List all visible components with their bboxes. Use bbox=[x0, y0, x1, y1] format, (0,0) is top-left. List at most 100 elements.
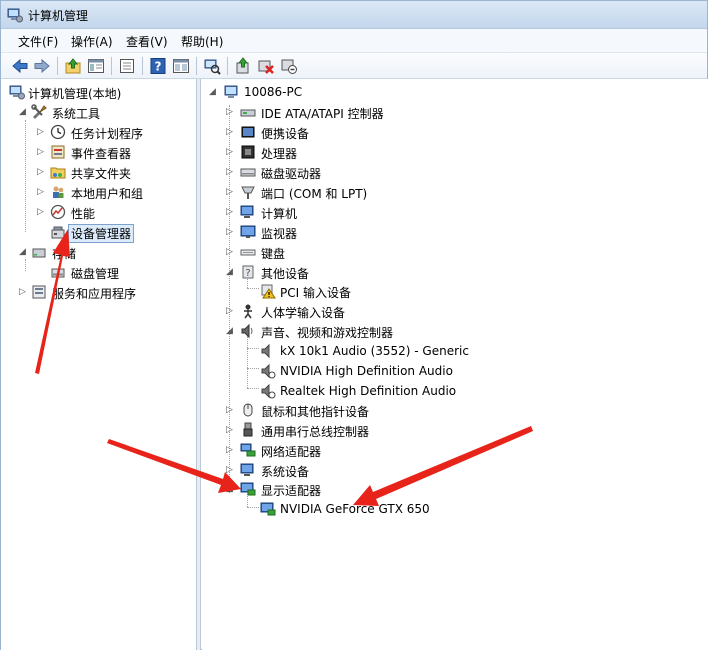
tree-node-pci-input[interactable]: PCI 输入设备 bbox=[260, 282, 560, 301]
help-icon[interactable]: ? bbox=[148, 56, 168, 76]
tree-node-nvidia-hd-audio[interactable]: NVIDIA High Definition Audio bbox=[260, 362, 580, 381]
menu-help[interactable]: 帮助(H) bbox=[181, 33, 223, 50]
tree-node-storage[interactable]: ◢ 存储 bbox=[15, 243, 195, 262]
port-icon bbox=[240, 184, 256, 200]
tree-node-system-tools[interactable]: ◢ 系统工具 bbox=[15, 103, 195, 122]
tree-node-event-viewer[interactable]: ▷ 事件查看器 bbox=[35, 143, 195, 162]
tree-node-mice[interactable]: ▷ 鼠标和其他指针设备 bbox=[224, 401, 524, 420]
tree-node-portable[interactable]: ▷ 便携设备 bbox=[224, 123, 524, 142]
expand-icon[interactable]: ▷ bbox=[225, 466, 234, 475]
display-adapter-icon bbox=[260, 501, 276, 517]
device-tree[interactable]: ◢ 10086-PC ▷ IDE ATA/ATAPI 控制器 ▷ 便携设备 ▷ bbox=[202, 79, 708, 650]
expand-icon[interactable]: ▷ bbox=[225, 307, 234, 316]
menu-view[interactable]: 查看(V) bbox=[126, 33, 168, 50]
tree-node-ide[interactable]: ▷ IDE ATA/ATAPI 控制器 bbox=[224, 103, 524, 122]
collapse-icon[interactable]: ◢ bbox=[18, 248, 27, 257]
tree-node-disk-drives[interactable]: ▷ 磁盘驱动器 bbox=[224, 163, 524, 182]
tree-node-device-manager[interactable]: 设备管理器 bbox=[35, 223, 195, 243]
expand-icon[interactable]: ▷ bbox=[18, 288, 27, 297]
expand-icon[interactable]: ▷ bbox=[36, 128, 45, 137]
tree-node-computer[interactable]: ◢ 10086-PC bbox=[206, 83, 506, 102]
title-bar[interactable]: 计算机管理 bbox=[1, 1, 707, 29]
tree-node-display-adapters[interactable]: ◢ 显示适配器 bbox=[224, 480, 524, 499]
export-icon[interactable] bbox=[117, 56, 137, 76]
tree-connector bbox=[25, 120, 26, 232]
collapse-icon[interactable]: ◢ bbox=[18, 108, 27, 117]
tree-label: 通用串行总线控制器 bbox=[261, 425, 370, 439]
tree-node-realtek-audio[interactable]: Realtek High Definition Audio bbox=[260, 382, 580, 401]
tree-node-monitors[interactable]: ▷ 监视器 bbox=[224, 223, 524, 242]
tree-node-services-apps[interactable]: ▷ 服务和应用程序 bbox=[15, 283, 195, 302]
tree-node-other-devices[interactable]: ◢ ? 其他设备 bbox=[224, 263, 524, 282]
tree-node-computer-category[interactable]: ▷ 计算机 bbox=[224, 203, 524, 222]
svg-text:?: ? bbox=[155, 60, 162, 74]
navigation-tree[interactable]: 计算机管理(本地) ◢ 系统工具 ▷ 任务计划程序 ▷ 事件查看器 ▷ 共享文件… bbox=[1, 79, 197, 650]
window-title: 计算机管理 bbox=[28, 9, 89, 23]
toolbar-separator bbox=[111, 57, 112, 75]
collapse-icon[interactable]: ◢ bbox=[208, 88, 217, 97]
tree-label: 显示适配器 bbox=[261, 484, 322, 498]
tree-node-performance[interactable]: ▷ 性能 bbox=[35, 203, 195, 222]
tree-connector bbox=[247, 368, 259, 369]
tree-node-disk-management[interactable]: 磁盘管理 bbox=[35, 263, 195, 282]
tree-node-root[interactable]: 计算机管理(本地) bbox=[7, 83, 195, 102]
update-driver-icon[interactable] bbox=[233, 56, 253, 76]
expand-icon[interactable]: ▷ bbox=[225, 148, 234, 157]
show-tree-icon[interactable] bbox=[86, 56, 106, 76]
tree-node-processor[interactable]: ▷ 处理器 bbox=[224, 143, 524, 162]
tree-label: 网络适配器 bbox=[261, 445, 322, 459]
tree-node-gpu[interactable]: NVIDIA GeForce GTX 650 bbox=[260, 500, 580, 519]
tree-node-usb[interactable]: ▷ 通用串行总线控制器 bbox=[224, 421, 524, 440]
expand-icon[interactable]: ▷ bbox=[225, 446, 234, 455]
scan-hardware-icon[interactable] bbox=[202, 56, 222, 76]
uninstall-device-icon[interactable] bbox=[279, 56, 299, 76]
forward-icon[interactable] bbox=[32, 56, 52, 76]
expand-icon[interactable]: ▷ bbox=[225, 426, 234, 435]
tree-node-sound[interactable]: ◢ 声音、视频和游戏控制器 bbox=[224, 322, 524, 341]
collapse-icon[interactable]: ◢ bbox=[225, 268, 234, 277]
back-icon[interactable] bbox=[10, 56, 30, 76]
menu-file[interactable]: 文件(F) bbox=[18, 33, 58, 50]
computer-management-icon bbox=[9, 84, 25, 100]
pane-splitter[interactable] bbox=[197, 79, 201, 650]
speaker-icon bbox=[260, 343, 276, 359]
tree-connector bbox=[247, 348, 259, 349]
disable-device-icon[interactable] bbox=[256, 56, 276, 76]
tree-node-network[interactable]: ▷ 网络适配器 bbox=[224, 441, 524, 460]
properties-icon[interactable] bbox=[171, 56, 191, 76]
tree-label: 本地用户和组 bbox=[71, 187, 144, 201]
expand-icon[interactable]: ▷ bbox=[36, 188, 45, 197]
collapse-icon[interactable]: ◢ bbox=[225, 327, 234, 336]
display-adapter-icon bbox=[240, 481, 256, 497]
expand-icon[interactable]: ▷ bbox=[225, 108, 234, 117]
expand-icon[interactable]: ▷ bbox=[225, 228, 234, 237]
tree-node-task-scheduler[interactable]: ▷ 任务计划程序 bbox=[35, 123, 195, 142]
tree-node-keyboards[interactable]: ▷ 键盘 bbox=[224, 243, 524, 262]
tree-node-kx-audio[interactable]: kX 10k1 Audio (3552) - Generic bbox=[260, 342, 580, 361]
expand-icon[interactable]: ▷ bbox=[36, 208, 45, 217]
tree-node-hid[interactable]: ▷ 人体学输入设备 bbox=[224, 302, 524, 321]
expand-icon[interactable]: ▷ bbox=[36, 168, 45, 177]
up-icon[interactable] bbox=[63, 56, 83, 76]
expand-icon[interactable]: ▷ bbox=[225, 208, 234, 217]
menu-action[interactable]: 操作(A) bbox=[71, 33, 113, 50]
tree-node-local-users[interactable]: ▷ 本地用户和组 bbox=[35, 183, 195, 202]
tree-node-shared-folders[interactable]: ▷ 共享文件夹 bbox=[35, 163, 195, 182]
expand-icon[interactable]: ▷ bbox=[225, 128, 234, 137]
tree-connector bbox=[247, 388, 259, 389]
disk-drive-icon bbox=[240, 164, 256, 180]
processor-icon bbox=[240, 144, 256, 160]
expand-icon[interactable]: ▷ bbox=[225, 188, 234, 197]
expand-icon[interactable]: ▷ bbox=[225, 248, 234, 257]
disk-management-icon bbox=[50, 264, 66, 280]
tree-label: 性能 bbox=[71, 207, 96, 221]
expand-icon[interactable]: ▷ bbox=[225, 406, 234, 415]
collapse-icon[interactable]: ◢ bbox=[225, 485, 234, 494]
speaker-icon bbox=[260, 383, 276, 399]
tree-node-ports[interactable]: ▷ 端口 (COM 和 LPT) bbox=[224, 183, 524, 202]
expand-icon[interactable]: ▷ bbox=[225, 168, 234, 177]
expand-icon[interactable]: ▷ bbox=[36, 148, 45, 157]
performance-icon bbox=[50, 204, 66, 220]
tree-node-system-devices[interactable]: ▷ 系统设备 bbox=[224, 461, 524, 480]
computer-management-icon bbox=[7, 7, 23, 23]
